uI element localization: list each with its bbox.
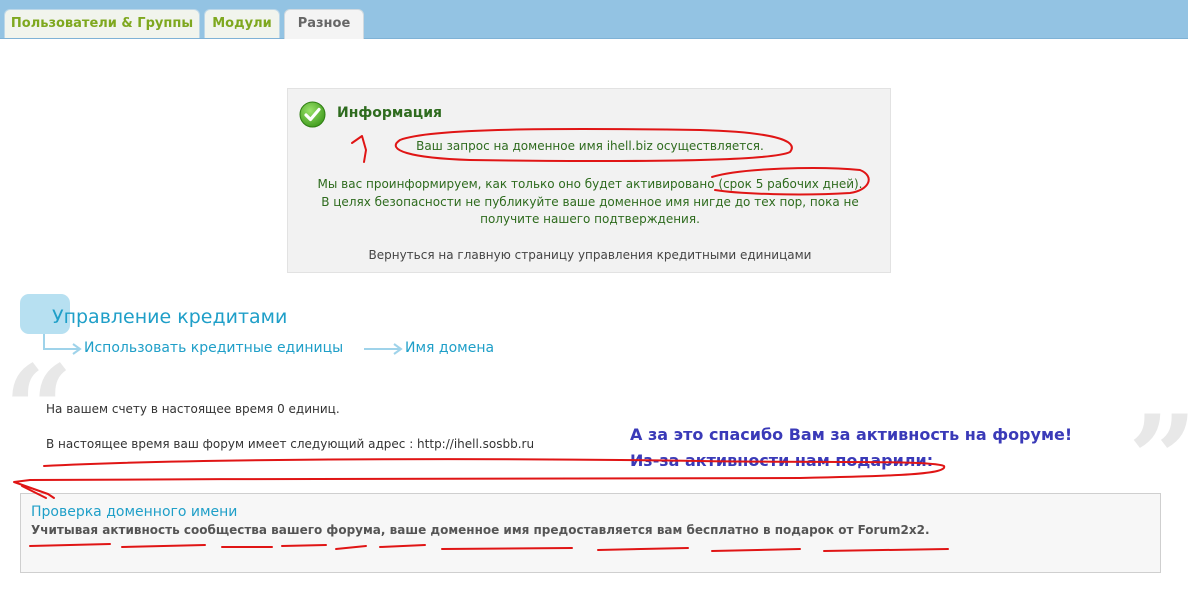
domain-check-box: Проверка доменного имени Учитывая активн… [20,493,1161,573]
top-tab-bar: Пользователи & Группы Модули Разное [0,0,1188,39]
account-balance-text: На вашем счету в настоящее время 0 едини… [46,402,340,416]
info-confirm-text: получите нашего подтверждения. [480,212,700,226]
info-box: Информация Ваш запрос на доменное имя ih… [287,88,891,273]
breadcrumb-domain-name[interactable]: Имя домена [405,340,494,356]
info-security-text: В целях безопасности не публикуйте ваше … [321,195,859,209]
forum-address-text: В настоящее время ваш форум имеет следую… [46,437,535,451]
info-request-text: Ваш запрос на доменное имя ihell.biz осу… [416,139,764,153]
domain-check-text: Учитывая активность сообщества вашего фо… [31,523,930,537]
info-notify-text: Мы вас проинформируем, как только оно бу… [317,177,863,191]
tab-users-groups[interactable]: Пользователи & Группы [4,9,200,38]
domain-check-title: Проверка доменного имени [31,504,238,520]
tab-misc[interactable]: Разное [284,9,364,39]
breadcrumb-use-credits[interactable]: Использовать кредитные единицы [84,340,343,356]
tab-modules[interactable]: Модули [204,9,280,38]
page-title: Управление кредитами [52,306,288,328]
breadcrumb-arrow-icon [43,343,82,355]
info-title: Информация [337,105,442,121]
annotation-thanks: А за это спасибо Вам за активность на фо… [630,425,1073,444]
breadcrumb-arrow-icon [364,343,403,355]
check-icon [299,101,326,128]
annotation-gift: Из-за активности нам подарили: [630,451,934,470]
back-to-credits-link[interactable]: Вернуться на главную страницу управления… [288,248,892,262]
